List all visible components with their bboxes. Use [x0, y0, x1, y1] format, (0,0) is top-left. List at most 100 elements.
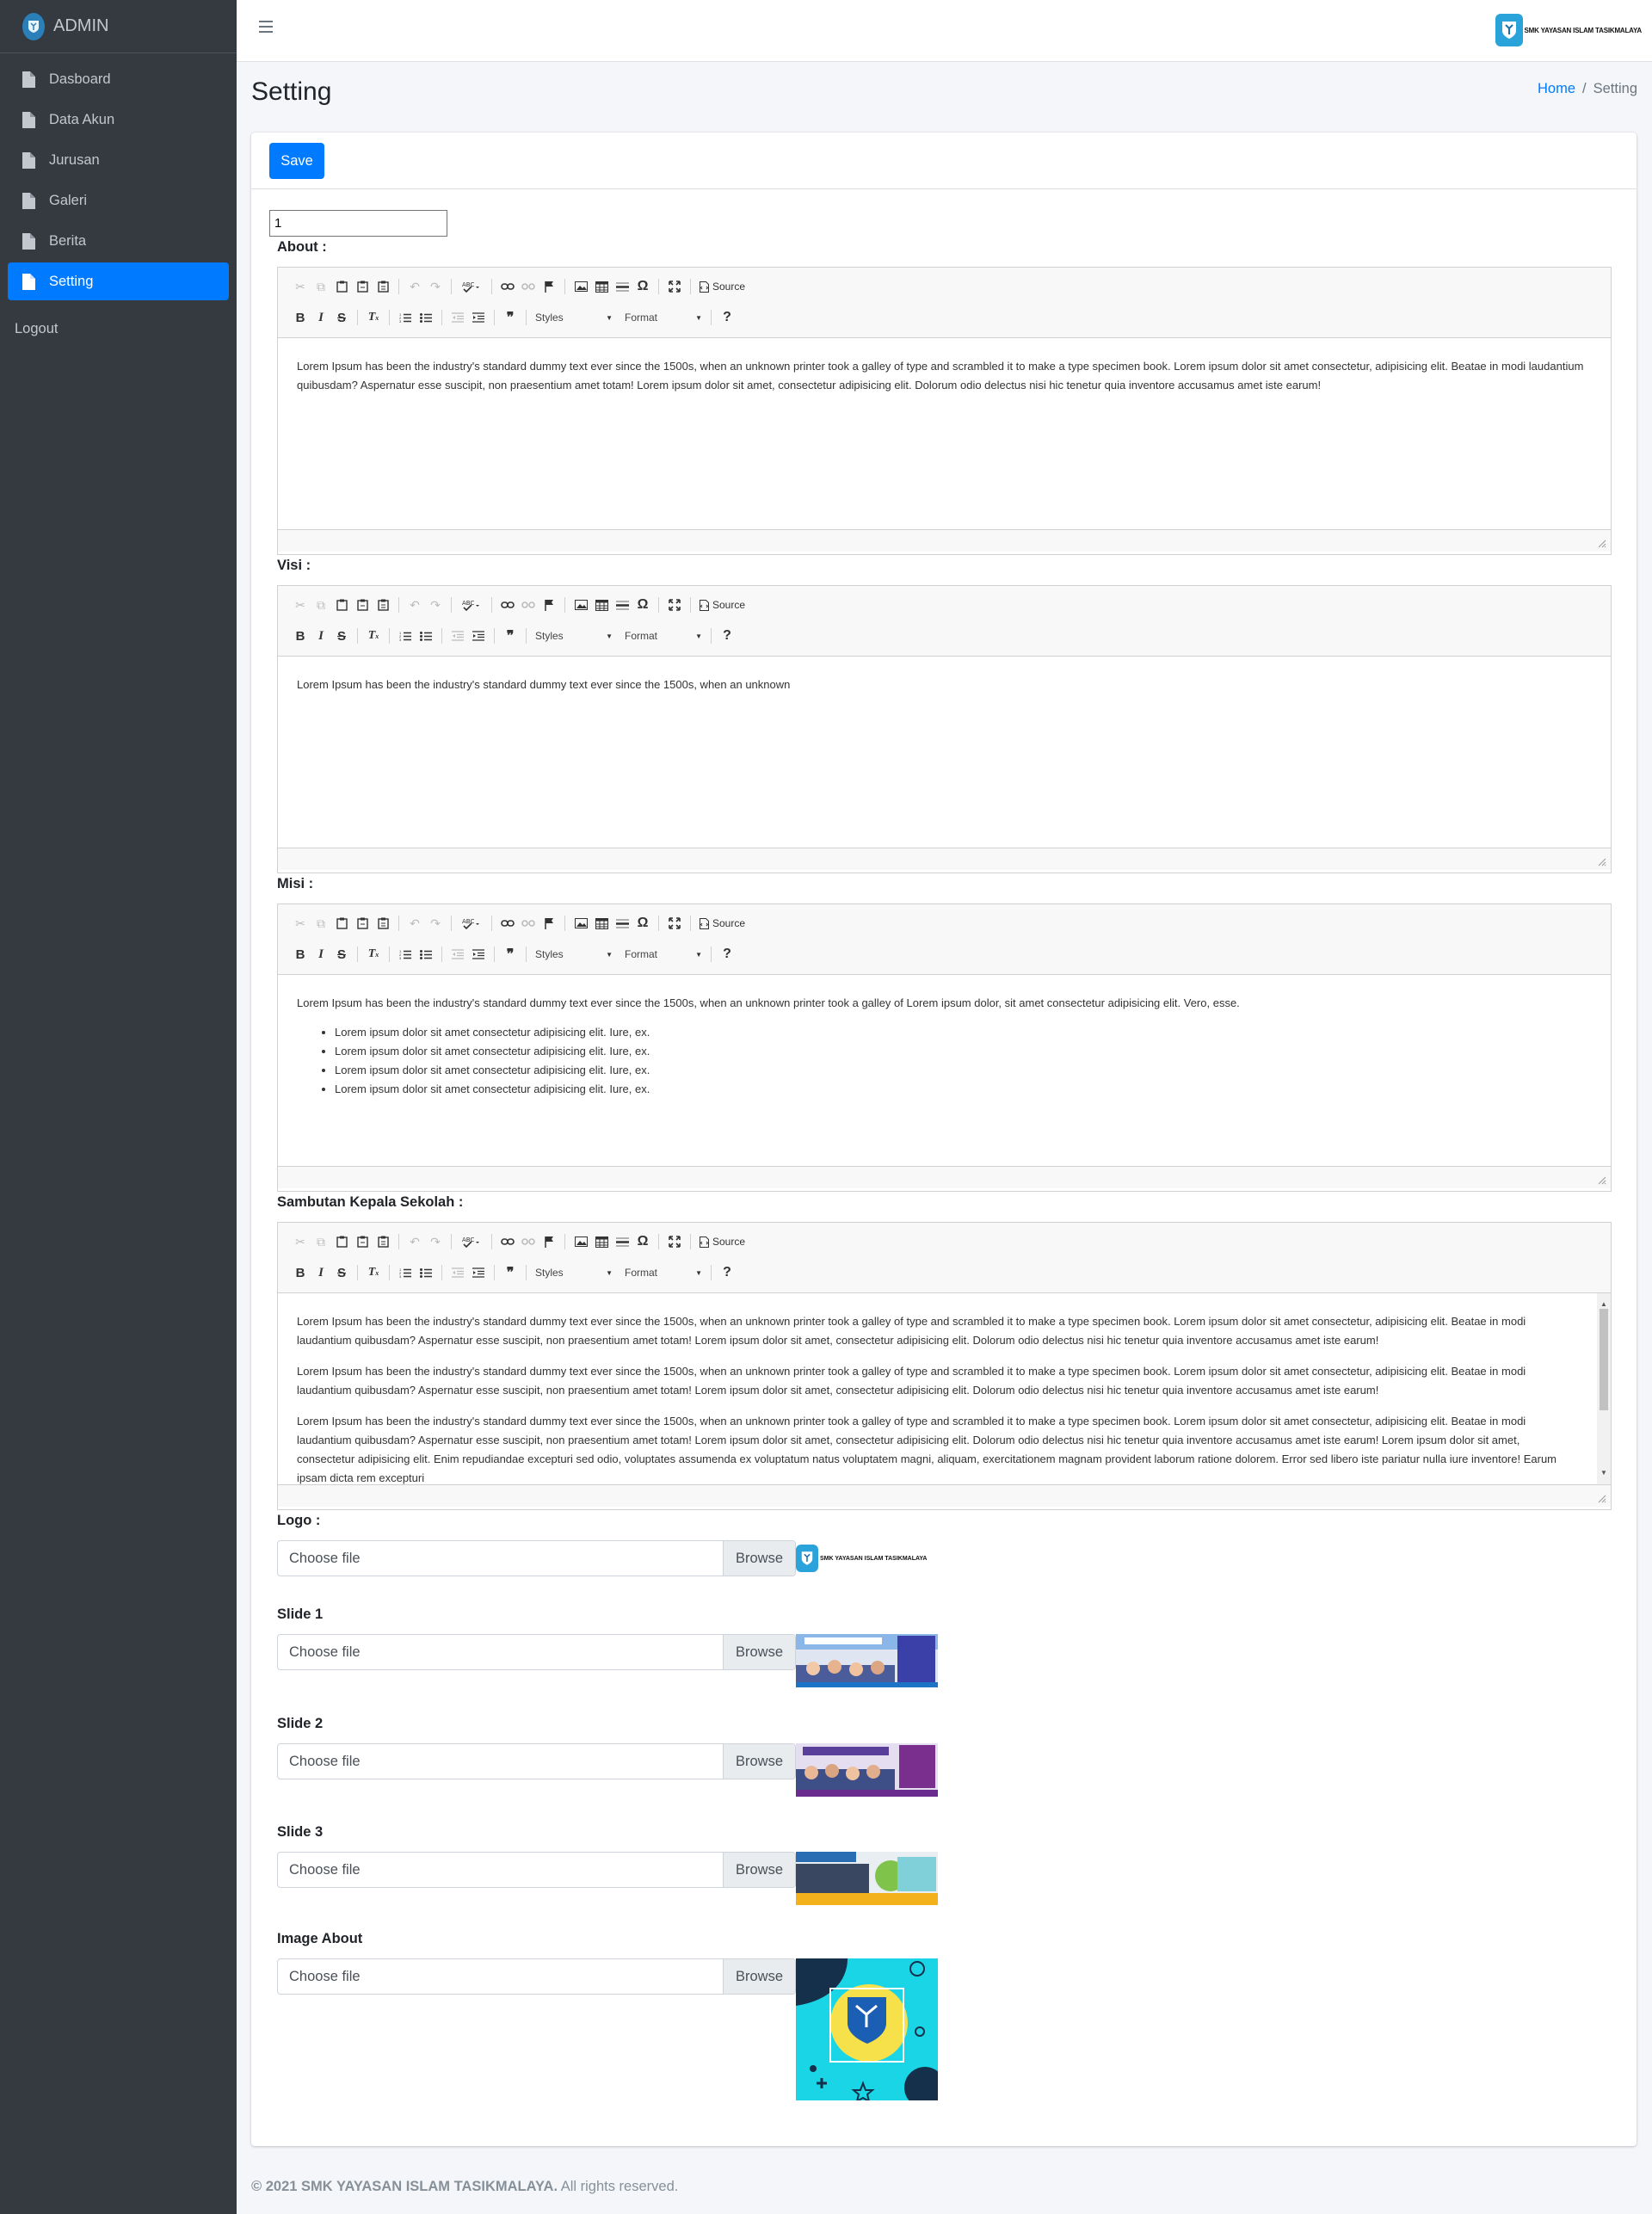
horizontal-line-icon[interactable] — [612, 277, 632, 296]
redo-icon[interactable]: ↷ — [425, 595, 446, 614]
maximize-icon[interactable] — [664, 1232, 685, 1251]
blockquote-icon[interactable]: ❞ — [500, 945, 521, 964]
scroll-down-icon[interactable]: ▼ — [1600, 1464, 1607, 1483]
image-icon[interactable] — [570, 595, 591, 614]
remove-format-icon[interactable]: Tx — [363, 1263, 384, 1282]
cut-icon[interactable]: ✂ — [290, 277, 311, 296]
logo-file-input[interactable]: Choose file Browse — [277, 1540, 796, 1576]
paste-icon[interactable] — [331, 1232, 352, 1251]
unlink-icon[interactable] — [518, 914, 539, 933]
slide1-file-input[interactable]: Choose file Browse — [277, 1634, 796, 1670]
bulleted-list-icon[interactable] — [416, 626, 436, 645]
anchor-flag-icon[interactable] — [539, 914, 559, 933]
outdent-icon[interactable] — [447, 308, 468, 327]
help-icon[interactable]: ? — [717, 945, 737, 964]
table-icon[interactable] — [591, 595, 612, 614]
paste-text-icon[interactable] — [352, 277, 373, 296]
slide2-file-input[interactable]: Choose file Browse — [277, 1743, 796, 1779]
copy-icon[interactable]: ⧉ — [311, 1232, 331, 1251]
bulleted-list-icon[interactable] — [416, 1263, 436, 1282]
blockquote-icon[interactable]: ❞ — [500, 308, 521, 327]
italic-icon[interactable]: I — [311, 945, 331, 964]
maximize-icon[interactable] — [664, 914, 685, 933]
outdent-icon[interactable] — [447, 1263, 468, 1282]
format-dropdown[interactable]: Format ▼ — [621, 1263, 706, 1282]
paste-word-icon[interactable] — [373, 595, 393, 614]
indent-icon[interactable] — [468, 1263, 489, 1282]
table-icon[interactable] — [591, 277, 612, 296]
table-icon[interactable] — [591, 1232, 612, 1251]
source-button[interactable]: Source — [696, 599, 749, 611]
copy-icon[interactable]: ⧉ — [311, 595, 331, 614]
sambutan-editor-content[interactable]: Lorem Ipsum has been the industry's stan… — [278, 1293, 1611, 1484]
sidebar-item-galeri[interactable]: Galeri — [8, 182, 229, 219]
spellcheck-icon[interactable]: ABC — [457, 277, 486, 296]
sidebar-item-setting[interactable]: Setting — [8, 262, 229, 300]
editor-scrollbar[interactable]: ▲ ▼ — [1597, 1293, 1611, 1484]
bold-icon[interactable]: B — [290, 308, 311, 327]
cut-icon[interactable]: ✂ — [290, 1232, 311, 1251]
unlink-icon[interactable] — [518, 1232, 539, 1251]
blockquote-icon[interactable]: ❞ — [500, 626, 521, 645]
hamburger-icon[interactable] — [259, 21, 273, 33]
sidebar-brand[interactable]: ADMIN — [0, 0, 237, 53]
image-icon[interactable] — [570, 277, 591, 296]
paste-text-icon[interactable] — [352, 1232, 373, 1251]
unlink-icon[interactable] — [518, 595, 539, 614]
copy-icon[interactable]: ⧉ — [311, 914, 331, 933]
link-icon[interactable] — [497, 914, 518, 933]
paste-word-icon[interactable] — [373, 914, 393, 933]
special-char-icon[interactable]: Ω — [632, 277, 653, 296]
paste-word-icon[interactable] — [373, 277, 393, 296]
help-icon[interactable]: ? — [717, 626, 737, 645]
format-dropdown[interactable]: Format ▼ — [621, 308, 706, 327]
maximize-icon[interactable] — [664, 277, 685, 296]
cut-icon[interactable]: ✂ — [290, 914, 311, 933]
copy-icon[interactable]: ⧉ — [311, 277, 331, 296]
image-icon[interactable] — [570, 1232, 591, 1251]
styles-dropdown[interactable]: Styles ▼ — [532, 308, 616, 327]
horizontal-line-icon[interactable] — [612, 914, 632, 933]
save-button[interactable]: Save — [269, 143, 324, 179]
paste-icon[interactable] — [331, 277, 352, 296]
bold-icon[interactable]: B — [290, 1263, 311, 1282]
spellcheck-icon[interactable]: ABC — [457, 914, 486, 933]
remove-format-icon[interactable]: Tx — [363, 945, 384, 964]
blockquote-icon[interactable]: ❞ — [500, 1263, 521, 1282]
redo-icon[interactable]: ↷ — [425, 277, 446, 296]
italic-icon[interactable]: I — [311, 1263, 331, 1282]
link-icon[interactable] — [497, 1232, 518, 1251]
strikethrough-icon[interactable]: S — [331, 308, 352, 327]
anchor-flag-icon[interactable] — [539, 1232, 559, 1251]
link-icon[interactable] — [497, 277, 518, 296]
logout-link[interactable]: Logout — [0, 310, 237, 348]
unlink-icon[interactable] — [518, 277, 539, 296]
resize-grip-icon[interactable] — [1598, 858, 1606, 866]
resize-grip-icon[interactable] — [1598, 540, 1606, 548]
maximize-icon[interactable] — [664, 595, 685, 614]
special-char-icon[interactable]: Ω — [632, 1232, 653, 1251]
paste-icon[interactable] — [331, 914, 352, 933]
paste-icon[interactable] — [331, 595, 352, 614]
paste-text-icon[interactable] — [352, 595, 373, 614]
resize-grip-icon[interactable] — [1598, 1495, 1606, 1503]
strikethrough-icon[interactable]: S — [331, 945, 352, 964]
bold-icon[interactable]: B — [290, 626, 311, 645]
undo-icon[interactable]: ↶ — [404, 595, 425, 614]
link-icon[interactable] — [497, 595, 518, 614]
sidebar-item-berita[interactable]: Berita — [8, 222, 229, 260]
paste-text-icon[interactable] — [352, 914, 373, 933]
horizontal-line-icon[interactable] — [612, 595, 632, 614]
slide3-file-input[interactable]: Choose file Browse — [277, 1852, 796, 1888]
help-icon[interactable]: ? — [717, 308, 737, 327]
about-editor-content[interactable]: Lorem Ipsum has been the industry's stan… — [278, 338, 1611, 529]
source-button[interactable]: Source — [696, 1236, 749, 1248]
browse-button[interactable]: Browse — [723, 1959, 795, 1994]
redo-icon[interactable]: ↷ — [425, 914, 446, 933]
spellcheck-icon[interactable]: ABC — [457, 1232, 486, 1251]
italic-icon[interactable]: I — [311, 626, 331, 645]
setting-id-input[interactable] — [269, 210, 447, 237]
strikethrough-icon[interactable]: S — [331, 1263, 352, 1282]
numbered-list-icon[interactable]: 123 — [395, 626, 416, 645]
resize-grip-icon[interactable] — [1598, 1176, 1606, 1185]
